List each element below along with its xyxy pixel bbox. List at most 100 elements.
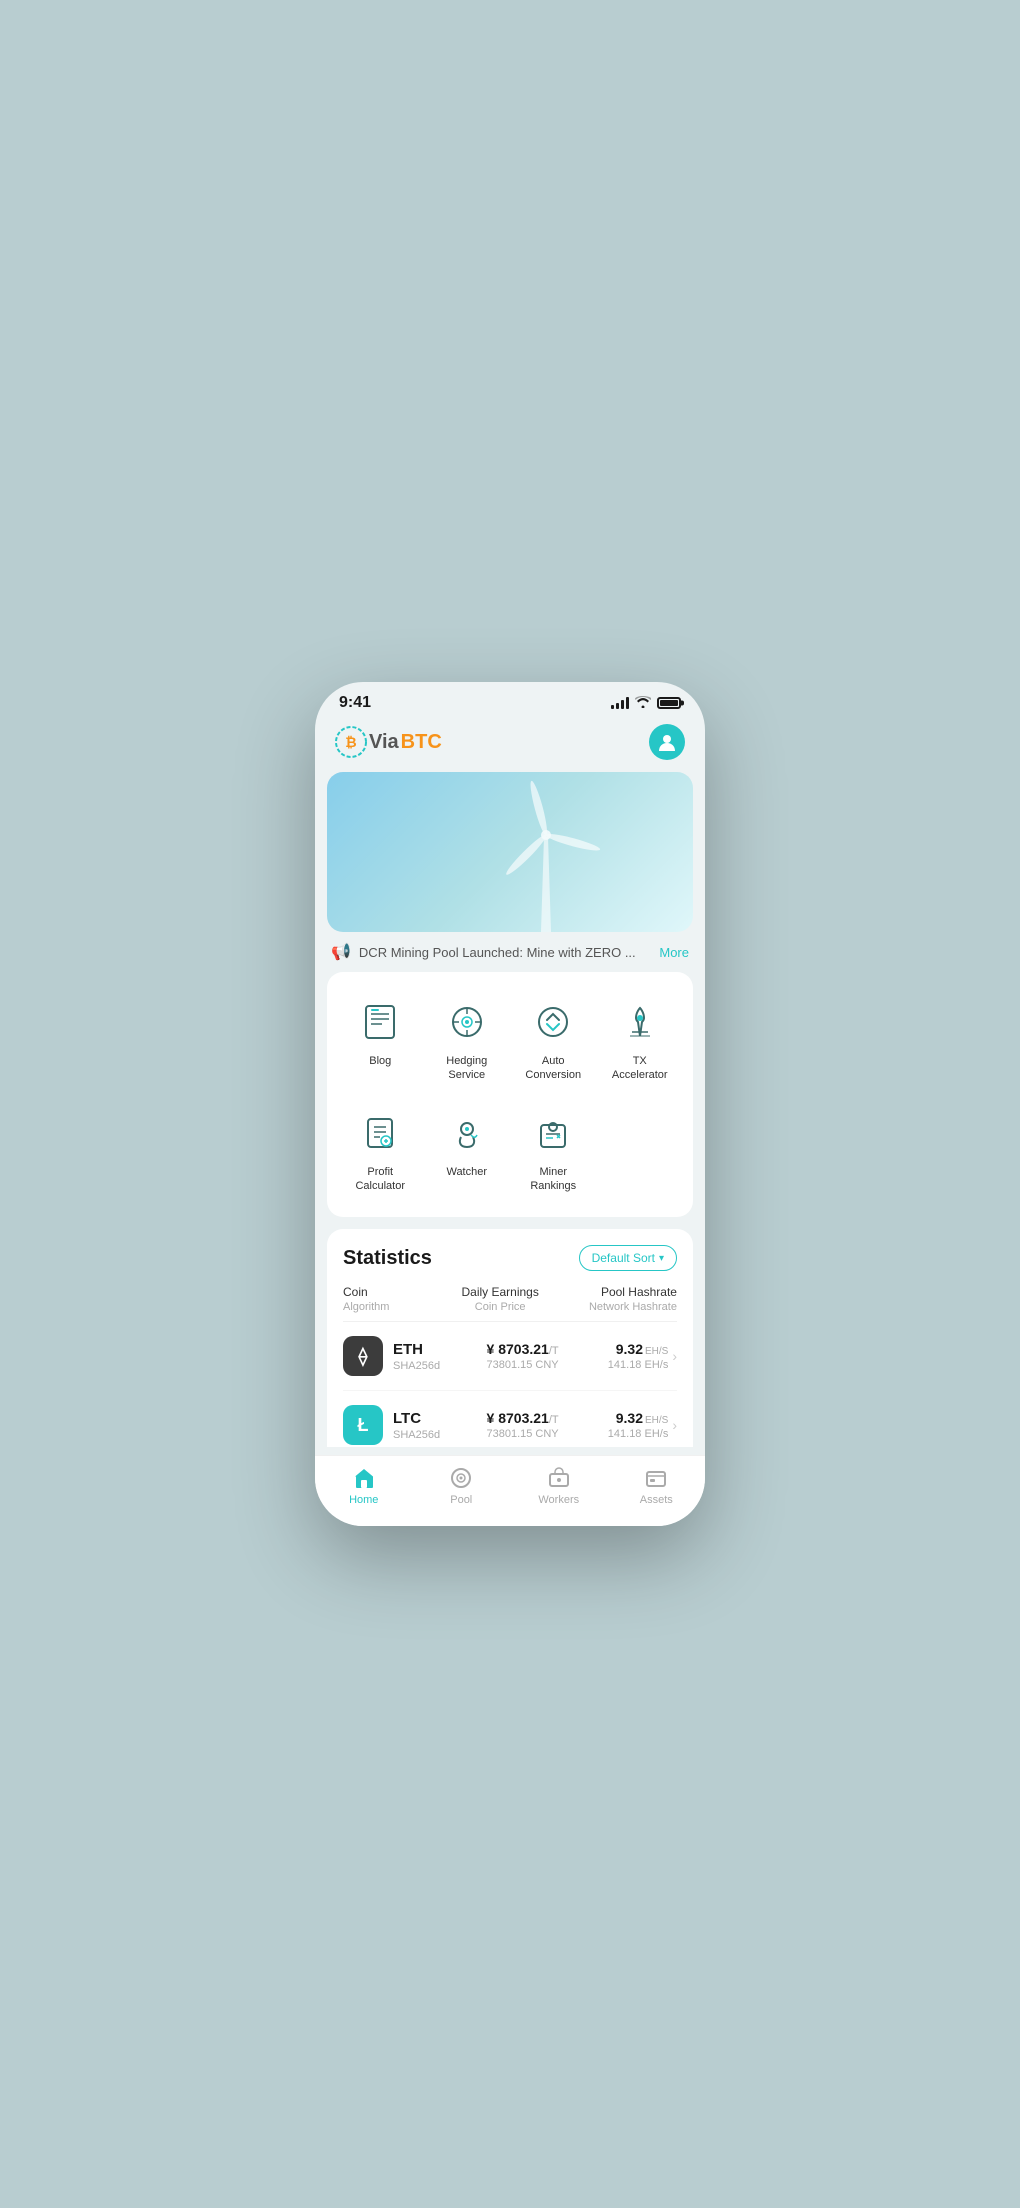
coin-info: LTC SHA256d: [393, 1410, 474, 1441]
coin-info: ETH SHA256d: [393, 1341, 474, 1372]
status-bar: 9:41: [315, 682, 705, 716]
pool-hashrate-val: 9.32: [616, 1410, 643, 1426]
stats-header: Statistics Default Sort ▾: [343, 1245, 677, 1271]
stats-title: Statistics: [343, 1247, 432, 1270]
services-grid-row2: ProfitCalculator Watcher: [339, 1099, 681, 1202]
service-placeholder: [599, 1099, 682, 1202]
nav-assets[interactable]: Assets: [608, 1466, 706, 1506]
announcement-text: DCR Mining Pool Launched: Mine with ZERO…: [359, 945, 651, 960]
service-auto-conversion[interactable]: AutoConversion: [512, 988, 595, 1091]
user-avatar-icon: [656, 731, 678, 753]
table-row[interactable]: ⟠ ETH SHA256d ¥ 8703.21/T 73801.15 CNY 9…: [343, 1322, 677, 1391]
coin-rows: ⟠ ETH SHA256d ¥ 8703.21/T 73801.15 CNY 9…: [343, 1322, 677, 1447]
blog-icon: [354, 996, 406, 1048]
services-card: Blog Hedgi: [327, 972, 693, 1217]
hedging-icon: [441, 996, 493, 1048]
logo-via: Via: [369, 731, 399, 754]
nav-pool[interactable]: Pool: [413, 1466, 511, 1506]
coin-algo: SHA256d: [393, 1429, 474, 1441]
watcher-label: Watcher: [446, 1165, 487, 1179]
battery-icon: [657, 697, 681, 709]
earnings-cny: 73801.15 CNY: [486, 1428, 558, 1440]
nav-workers-label: Workers: [538, 1494, 579, 1506]
services-grid-row1: Blog Hedgi: [339, 988, 681, 1091]
signal-icon: [611, 697, 629, 709]
logo: ₿ ViaBTC: [335, 726, 442, 758]
svg-text:₿: ₿: [345, 734, 356, 750]
hedging-label: HedgingService: [446, 1054, 487, 1083]
pool-hashrate-val: 9.32: [616, 1341, 643, 1357]
coin-hashrate: 9.32 EH/S 141.18 EH/s: [571, 1341, 668, 1371]
tx-accelerator-icon: [614, 996, 666, 1048]
pool-icon: [449, 1466, 473, 1490]
logo-btc: BTC: [401, 731, 442, 754]
earnings-cny: 73801.15 CNY: [486, 1359, 558, 1371]
col-earnings-label: Daily Earnings: [461, 1285, 538, 1299]
col-hashrate: Pool Hashrate Network Hashrate: [559, 1285, 677, 1313]
service-hedging[interactable]: HedgingService: [426, 988, 509, 1091]
coin-logo: ⟠: [343, 1336, 383, 1376]
coin-algo: SHA256d: [393, 1360, 474, 1372]
statistics-section: Statistics Default Sort ▾ Coin Algorithm…: [327, 1229, 693, 1447]
row-chevron-icon: ›: [672, 1348, 677, 1364]
assets-icon: [644, 1466, 668, 1490]
windmill-illustration: [486, 777, 606, 932]
nav-home-label: Home: [349, 1494, 378, 1506]
col-hashrate-label: Pool Hashrate: [601, 1285, 677, 1299]
blog-label: Blog: [369, 1054, 391, 1068]
header: ₿ ViaBTC: [315, 716, 705, 772]
banner-image: [327, 772, 693, 932]
pool-hashrate-row: 9.32 EH/S: [616, 1410, 669, 1426]
service-miner-rankings[interactable]: MinerRankings: [512, 1099, 595, 1202]
announcement-more[interactable]: More: [659, 945, 689, 960]
workers-icon: [547, 1466, 571, 1490]
coin-name: LTC: [393, 1410, 474, 1427]
col-price-label: Coin Price: [475, 1301, 526, 1313]
earnings-main: ¥ 8703.21/T: [487, 1410, 559, 1426]
col-algo-label: Algorithm: [343, 1301, 441, 1313]
sort-button[interactable]: Default Sort ▾: [579, 1245, 677, 1271]
service-blog[interactable]: Blog: [339, 988, 422, 1091]
auto-conversion-icon: [527, 996, 579, 1048]
coin-earnings: ¥ 8703.21/T 73801.15 CNY: [474, 1410, 571, 1440]
miner-rankings-icon: [527, 1107, 579, 1159]
wifi-icon: [635, 696, 651, 711]
service-watcher[interactable]: Watcher: [426, 1099, 509, 1202]
nav-assets-label: Assets: [640, 1494, 673, 1506]
col-network-label: Network Hashrate: [589, 1301, 677, 1313]
coin-hashrate: 9.32 EH/S 141.18 EH/s: [571, 1410, 668, 1440]
profit-calculator-icon: [354, 1107, 406, 1159]
banner: [327, 772, 693, 932]
logo-bitcoin-icon: ₿: [335, 726, 367, 758]
coin-name: ETH: [393, 1341, 474, 1358]
coin-logo: Ł: [343, 1405, 383, 1445]
nav-workers[interactable]: Workers: [510, 1466, 608, 1506]
service-profit-calculator[interactable]: ProfitCalculator: [339, 1099, 422, 1202]
scroll-content: 📢 DCR Mining Pool Launched: Mine with ZE…: [315, 772, 705, 1447]
bottom-nav: Home Pool Workers Assets: [315, 1455, 705, 1526]
status-icons: [611, 696, 681, 711]
pool-hashrate-unit: EH/S: [645, 1346, 668, 1357]
table-row[interactable]: Ł LTC SHA256d ¥ 8703.21/T 73801.15 CNY 9…: [343, 1391, 677, 1447]
network-hashrate: 141.18 EH/s: [608, 1359, 669, 1371]
service-tx-accelerator[interactable]: TXAccelerator: [599, 988, 682, 1091]
table-header: Coin Algorithm Daily Earnings Coin Price…: [343, 1285, 677, 1322]
avatar-button[interactable]: [649, 724, 685, 760]
announcement-icon: 📢: [331, 942, 351, 962]
nav-home[interactable]: Home: [315, 1466, 413, 1506]
sort-chevron-icon: ▾: [659, 1253, 664, 1264]
status-time: 9:41: [339, 694, 371, 712]
tx-accelerator-label: TXAccelerator: [612, 1054, 668, 1083]
auto-conversion-label: AutoConversion: [525, 1054, 581, 1083]
sort-label: Default Sort: [592, 1251, 655, 1265]
home-icon: [352, 1466, 376, 1490]
coin-earnings: ¥ 8703.21/T 73801.15 CNY: [474, 1341, 571, 1371]
col-coin-label: Coin: [343, 1285, 441, 1299]
pool-hashrate-row: 9.32 EH/S: [616, 1341, 669, 1357]
col-earnings: Daily Earnings Coin Price: [441, 1285, 559, 1313]
miner-rankings-label: MinerRankings: [530, 1165, 576, 1194]
pool-hashrate-unit: EH/S: [645, 1415, 668, 1426]
profit-calculator-label: ProfitCalculator: [355, 1165, 405, 1194]
watcher-icon: [441, 1107, 493, 1159]
network-hashrate: 141.18 EH/s: [608, 1428, 669, 1440]
